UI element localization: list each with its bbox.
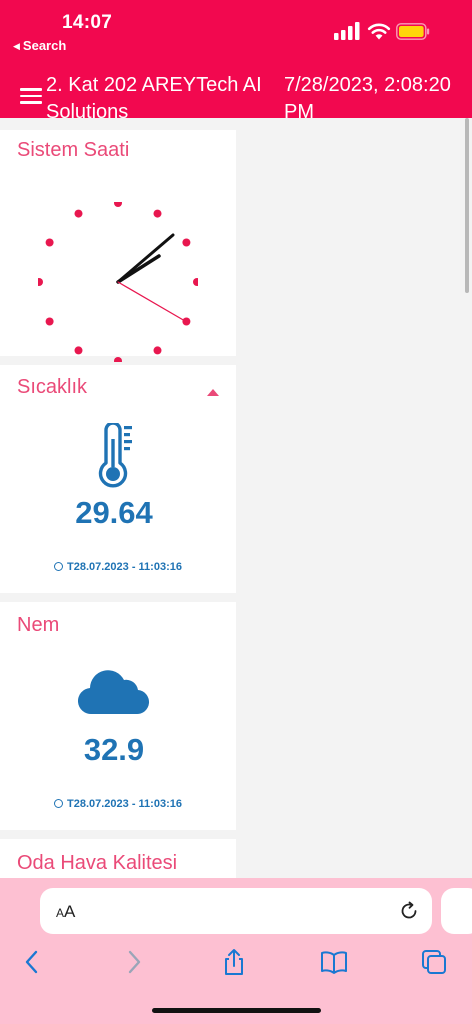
cellular-signal-icon	[334, 22, 360, 40]
tabs-icon[interactable]	[420, 948, 448, 976]
battery-icon	[396, 23, 430, 40]
temperature-card: Sıcaklık 29.64 T28.07.2023 - 11:03:16	[0, 365, 236, 593]
card-title-air-quality: Oda Hava Kalitesi	[17, 852, 178, 874]
back-chevron-icon[interactable]	[18, 948, 46, 976]
humidity-card: Nem 32.9 T28.07.2023 - 11:03:16	[0, 602, 236, 830]
page-scrollbar[interactable]	[465, 118, 469, 293]
home-indicator[interactable]	[152, 1008, 321, 1013]
humidity-timestamp-text: T28.07.2023 - 11:03:16	[67, 798, 182, 810]
clock-small-icon	[54, 799, 63, 808]
address-bar[interactable]: AA	[40, 888, 432, 934]
air-quality-card: Oda Hava Kalitesi	[0, 839, 236, 878]
back-triangle-icon: ◀	[13, 41, 20, 51]
collapse-caret-icon[interactable]	[207, 389, 219, 396]
back-label: Search	[22, 38, 67, 53]
clock-small-icon	[54, 562, 63, 571]
card-title-temperature: Sıcaklık	[17, 376, 88, 398]
reload-icon[interactable]	[398, 900, 420, 922]
card-title-clock: Sistem Saati	[17, 139, 130, 161]
analog-clock	[38, 202, 198, 362]
forward-chevron-icon[interactable]	[120, 948, 148, 976]
browser-toolbar: AA	[0, 878, 472, 1024]
wifi-icon	[367, 23, 391, 40]
cloud-icon	[78, 670, 149, 715]
temperature-value: 29.64	[75, 495, 153, 530]
bookmarks-icon[interactable]	[320, 948, 348, 976]
next-tab-address-bar[interactable]	[441, 888, 472, 934]
humidity-timestamp: T28.07.2023 - 11:03:16	[0, 798, 236, 810]
status-time: 14:07	[62, 12, 113, 33]
humidity-value: 32.9	[83, 732, 145, 767]
share-icon[interactable]	[220, 948, 248, 976]
system-clock-card: Sistem Saati	[0, 130, 236, 362]
clock-minute-hand	[116, 233, 175, 284]
card-title-humidity: Nem	[17, 614, 60, 636]
status-icons	[334, 22, 434, 42]
app-header: 14:07 ◀ Search 2. Kat 202 AREYTech AI Sol…	[0, 0, 472, 123]
thermometer-icon	[98, 423, 132, 488]
clock-second-hand	[117, 281, 186, 322]
menu-hamburger-icon[interactable]	[20, 88, 42, 104]
text-size-button[interactable]: AA	[56, 902, 75, 922]
back-to-search-link[interactable]: ◀ Search	[13, 38, 66, 53]
empty-area	[236, 118, 472, 878]
dashboard-content[interactable]: Sistem Saati Sıcaklık 29.64 T28.07.2023 …	[0, 118, 472, 878]
temperature-timestamp-text: T28.07.2023 - 11:03:16	[67, 561, 182, 573]
temperature-timestamp: T28.07.2023 - 11:03:16	[0, 561, 236, 573]
